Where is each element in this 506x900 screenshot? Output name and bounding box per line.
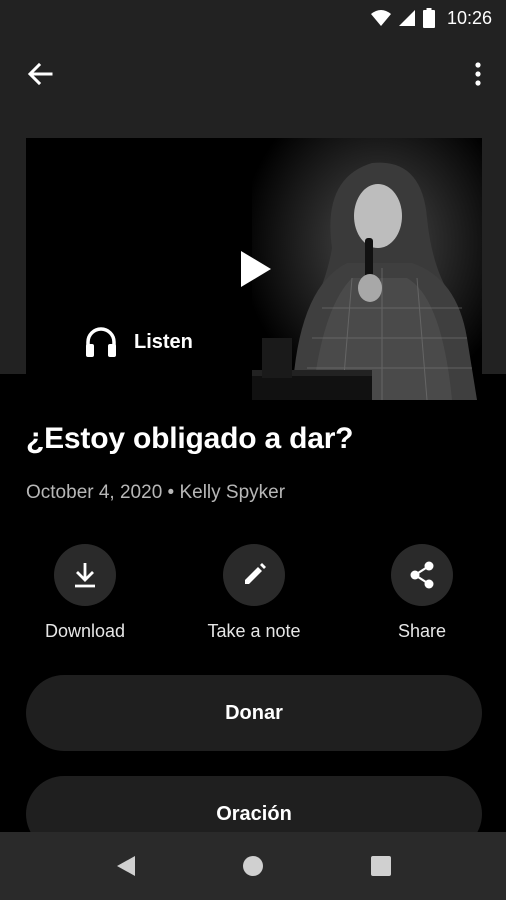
download-action: Download xyxy=(20,544,150,642)
more-vert-icon xyxy=(475,62,481,86)
status-bar: 10:26 xyxy=(0,0,506,36)
arrow-left-icon xyxy=(27,62,53,86)
nav-back-icon xyxy=(117,856,135,876)
take-note-button[interactable] xyxy=(223,544,285,606)
download-label: Download xyxy=(44,621,126,641)
status-icons: 10:26 xyxy=(370,7,492,28)
play-button[interactable] xyxy=(231,244,281,294)
nav-home-icon xyxy=(243,856,263,876)
share-icon xyxy=(410,561,434,589)
download-button[interactable] xyxy=(54,544,116,606)
video-player[interactable]: Listen xyxy=(26,138,482,400)
listen-label: Listen xyxy=(134,330,193,353)
download-icon xyxy=(75,563,95,588)
back-button[interactable] xyxy=(22,56,58,92)
sermon-title: ¿Estoy obligado a dar? xyxy=(26,422,354,455)
app-bar xyxy=(0,36,506,112)
wifi-icon xyxy=(370,10,391,26)
battery-icon xyxy=(422,8,435,28)
play-icon xyxy=(241,251,271,287)
note-action: Take a note xyxy=(189,544,319,642)
share-label: Share xyxy=(397,621,447,641)
nav-recents-button[interactable] xyxy=(369,854,393,878)
speaker-photo xyxy=(252,138,482,400)
headphones-icon xyxy=(86,327,116,357)
system-nav-bar xyxy=(0,832,506,900)
sermon-meta: October 4, 2020 • Kelly Spyker xyxy=(26,482,286,503)
nav-recents-icon xyxy=(371,856,391,876)
share-action: Share xyxy=(357,544,487,642)
share-button[interactable] xyxy=(391,544,453,606)
listen-button[interactable]: Listen xyxy=(84,324,193,360)
more-options-button[interactable] xyxy=(466,56,490,92)
take-note-label: Take a note xyxy=(207,621,301,641)
pencil-icon xyxy=(245,563,266,584)
donar-button[interactable]: Donar xyxy=(26,675,482,751)
nav-back-button[interactable] xyxy=(114,854,138,878)
signal-icon xyxy=(398,10,415,26)
nav-home-button[interactable] xyxy=(241,854,265,878)
status-time: 10:26 xyxy=(446,7,492,28)
